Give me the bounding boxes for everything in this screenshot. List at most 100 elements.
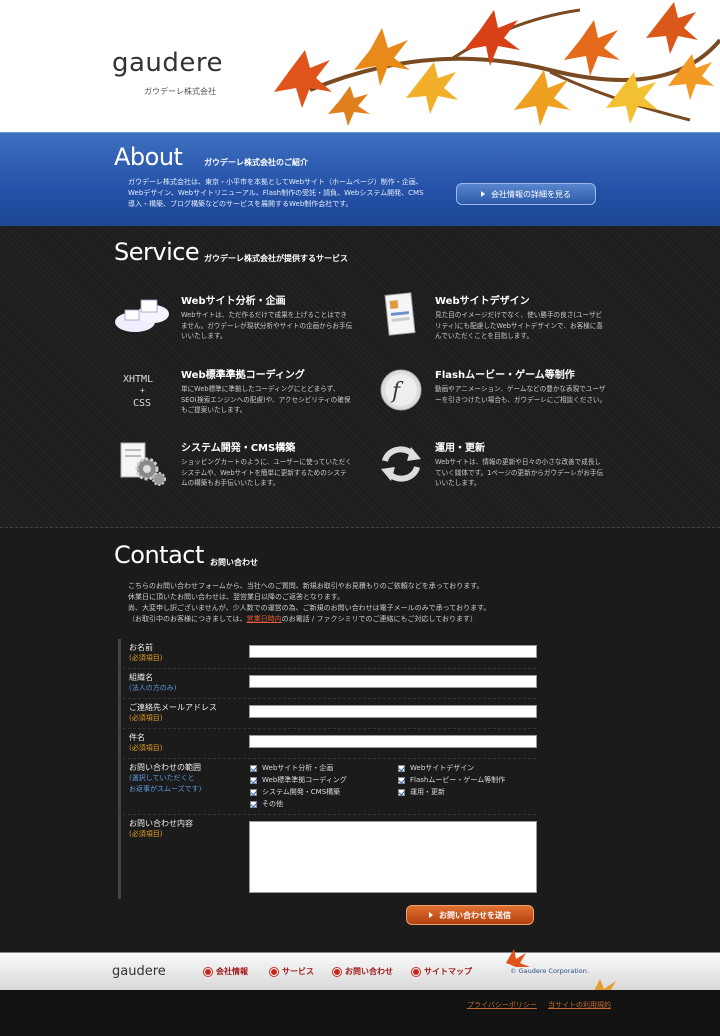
footer-nav-contact[interactable]: お問い合わせ [333,966,393,977]
service-title-analysis: Webサイト分析・企画 [181,296,286,307]
company-details-button[interactable]: 会社情報の詳細を見る [456,183,596,205]
footer-nav-label: 会社情報 [216,967,248,976]
email-input[interactable] [249,705,537,718]
site-logo[interactable]: gaudere [112,48,223,78]
play-icon [481,191,485,197]
range-note-line: (選択していただくと [129,774,195,782]
checkbox-label: 運用・更新 [410,788,445,796]
contact-subtitle: お問い合わせ [210,558,258,567]
checkbox-checked-icon[interactable] [250,800,257,808]
checkbox-checked-icon[interactable] [398,788,405,796]
privacy-policy-link[interactable]: プライバシーポリシー [467,1000,537,1010]
checkbox-checked-icon[interactable] [398,764,405,772]
subject-label: 件名 [129,733,145,742]
contact-intro-line: こちらのお問い合わせフォームから、当社へのご質問、新規お取引やお見積もりのご依頼… [128,582,484,590]
required-note: (必須項目) [129,744,163,752]
service-desc-coding: 単にWeb標準に準拠したコーディングにとどまらず、SEO(検索エンジンへの配慮)… [181,385,351,414]
autumn-leaves-illustration [274,2,720,126]
play-icon [429,912,433,918]
form-row-organization: 組織名 (法人の方のみ) [118,669,537,699]
required-note: (必須項目) [129,830,163,838]
bottom-bar: プライバシーポリシー 当サイトの利用規約 [0,990,720,1036]
service-title-maintenance: 運用・更新 [435,443,485,454]
terms-of-use-link[interactable]: 当サイトの利用規約 [548,1000,611,1010]
service-title-design: Webサイトデザイン [435,296,530,307]
checkbox-design[interactable]: Webサイトデザイン [398,763,474,773]
required-note: (必須項目) [129,654,163,662]
range-label: お問い合わせの範囲 [129,763,201,772]
footer-nav-sitemap[interactable]: サイトマップ [412,966,472,977]
company-details-label: 会社情報の詳細を見る [491,189,571,199]
cloud-icon [115,299,169,332]
about-section: About ガウデーレ株式会社のご紹介 ガウデーレ株式会社は、東京・小平市を本拠… [0,132,720,226]
message-label: お問い合わせ内容 [129,819,193,828]
checkbox-coding[interactable]: Web標準準拠コーディング [250,775,347,785]
contact-intro-line: （お取引中のお客様につきましては、営業日時内のお電話 / ファクシミリでのご連絡… [128,614,548,625]
contact-note-end: のお電話 / ファクシミリでのご連絡にもご対応しております） [281,615,478,623]
service-title-coding: Web標準準拠コーディング [181,370,305,381]
checkbox-label: Flashムービー・ゲーム等制作 [410,776,506,784]
form-row-range: お問い合わせの範囲 (選択していただくと お返事がスムーズです) Webサイト分… [118,759,536,815]
submit-button[interactable]: お問い合わせを送信 [406,905,534,925]
nav-bullet-icon [412,967,420,976]
footer: gaudere 会社情報 サービス お問い合わせ サイトマップ © Gauder… [0,949,720,997]
checkbox-checked-icon[interactable] [250,788,257,796]
subject-input[interactable] [249,735,537,748]
checkbox-checked-icon[interactable] [398,776,405,784]
nav-bullet-icon [204,967,212,976]
service-desc-analysis: Webサイトは、ただ作るだけで成果を上げることはできません。ガウデーレが現状分析… [181,311,353,340]
footer-nav-company[interactable]: 会社情報 [204,966,248,977]
svg-text:XHTML: XHTML [123,374,153,385]
refresh-icon [381,446,421,482]
form-row-subject: 件名 (必須項目) [118,729,537,759]
maple-leaf-icon [506,949,530,967]
form-row-name: お名前 (必須項目) [118,639,537,669]
service-desc-flash: 動画やアニメーション、ゲームなどの豊かな表現でユーザーを引きつけたい場合も、ガウ… [435,385,607,404]
message-textarea[interactable] [249,821,537,893]
email-label: ご連絡先メールアドレス [129,703,217,712]
footer-logo[interactable]: gaudere [112,964,166,979]
svg-text:+: + [140,386,145,395]
header: gaudere ガウデーレ株式会社 [0,0,720,132]
form-row-email: ご連絡先メールアドレス (必須項目) [118,699,537,729]
contact-note-start: （お取引中のお客様につきましては、 [128,615,247,623]
submit-label: お問い合わせを送信 [439,910,511,920]
footer-nav-label: サービス [282,967,314,976]
organization-input[interactable] [249,675,537,688]
footer-nav-label: お問い合わせ [345,967,393,976]
service-desc-design: 見た目のイメージだけでなく、使い勝手の良さ(ユーザビリティ)にも配慮したWebサ… [435,311,603,340]
range-note-line: お返事がスムーズです) [129,785,202,793]
nav-bullet-icon [270,967,278,976]
flash-icon: f [380,369,422,411]
checkbox-label: Web標準準拠コーディング [262,776,347,784]
service-section: Service ガウデーレ株式会社が提供するサービス Webサイト分析・企画 W… [0,226,720,528]
copyright-text: © Gaudere Corporation. [510,967,589,975]
checkbox-checked-icon[interactable] [250,764,257,772]
organization-label: 組織名 [129,673,153,682]
range-note: (選択していただくと お返事がスムーズです) [129,773,201,795]
contact-intro: こちらのお問い合わせフォームから、当社へのご質問、新規お取引やお見積もりのご依頼… [128,581,548,625]
required-note: (必須項目) [129,714,163,722]
company-name: ガウデーレ株式会社 [144,87,216,96]
checkbox-analysis[interactable]: Webサイト分析・企画 [250,763,333,773]
gear-document-icon [120,442,166,486]
checkbox-label: その他 [262,800,283,808]
checkbox-other[interactable]: その他 [250,799,283,809]
checkbox-flash[interactable]: Flashムービー・ゲーム等制作 [398,775,505,785]
service-desc-system: ショッピングカートのように、ユーザーに使っていただくシステムや、Webサイトを簡… [181,458,352,487]
checkbox-label: Webサイト分析・企画 [262,764,334,772]
service-title-flash: Flashムービー・ゲーム等制作 [435,370,575,381]
document-design-icon [384,292,416,336]
business-hours-link[interactable]: 営業日時内 [247,615,282,623]
contact-section: Contact お問い合わせ こちらのお問い合わせフォームから、当社へのご質問、… [0,529,720,953]
checkbox-checked-icon[interactable] [250,776,257,784]
footer-nav-service[interactable]: サービス [270,966,314,977]
about-subtitle: ガウデーレ株式会社のご紹介 [204,158,308,167]
checkbox-maintenance[interactable]: 運用・更新 [398,787,445,797]
footer-nav-label: サイトマップ [424,967,472,976]
checkbox-label: システム開発・CMS構築 [262,788,341,796]
xhtml-css-icon: XHTML + CSS [123,374,153,409]
checkbox-system[interactable]: システム開発・CMS構築 [250,787,340,797]
name-input[interactable] [249,645,537,658]
about-text: ガウデーレ株式会社は、東京・小平市を本拠としてWebサイト（ホームページ）制作・… [128,178,424,208]
